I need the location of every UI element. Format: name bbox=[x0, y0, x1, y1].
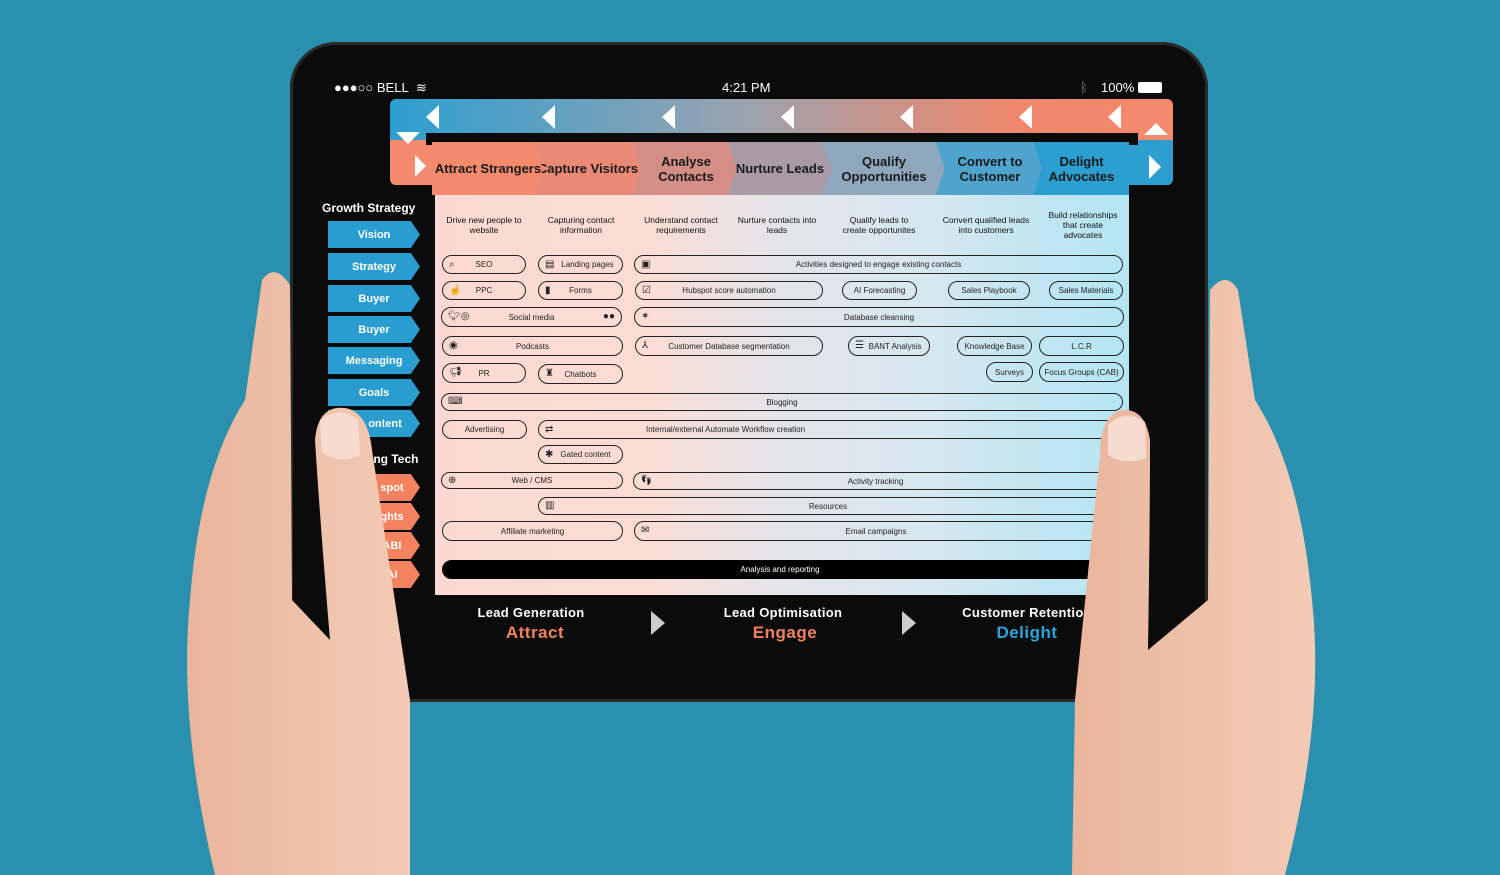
left-thumbnail bbox=[320, 412, 360, 460]
hands-photo bbox=[187, 272, 1316, 875]
right-thumbnail bbox=[1108, 415, 1146, 462]
right-hand bbox=[1072, 280, 1316, 875]
left-hand bbox=[187, 272, 410, 875]
